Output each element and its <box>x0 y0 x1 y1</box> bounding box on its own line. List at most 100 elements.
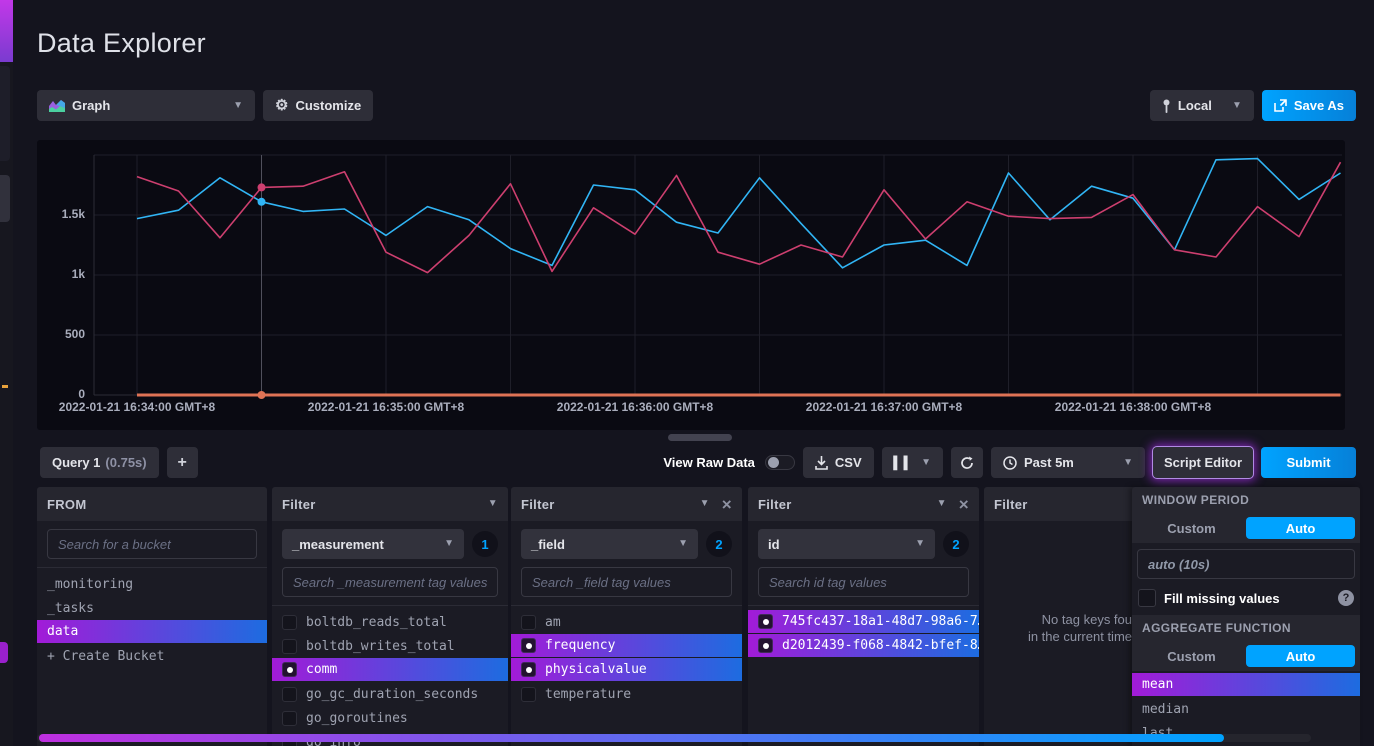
local-label: Local <box>1178 98 1212 113</box>
selected-count-badge: 2 <box>943 531 969 557</box>
time-range-dropdown[interactable]: Past 5m ▼ <box>991 447 1145 478</box>
script-editor-label: Script Editor <box>1164 455 1242 470</box>
tag-key-label: _field <box>531 537 565 552</box>
horizontal-scrollbar-thumb[interactable] <box>39 734 1224 742</box>
chevron-down-icon[interactable]: ▼ <box>488 499 498 509</box>
tag-value-item[interactable]: boltdb_reads_total <box>272 610 508 634</box>
filter-title: Filter <box>994 497 1028 512</box>
horizontal-scrollbar-track[interactable] <box>37 734 1311 742</box>
y-axis-label: 1k <box>37 267 85 281</box>
script-editor-button[interactable]: Script Editor <box>1153 447 1253 478</box>
tag-value-label: boltdb_reads_total <box>306 615 447 630</box>
checkbox <box>521 638 536 653</box>
time-range-label: Past 5m <box>1024 455 1074 470</box>
pause-icon: ▍▍ <box>894 456 914 470</box>
view-raw-data-label: View Raw Data <box>663 455 755 470</box>
tag-value-label: comm <box>306 662 337 677</box>
tag-value-item[interactable]: temperature <box>511 682 742 706</box>
query-duration: (0.75s) <box>105 455 146 470</box>
tag-value-label: boltdb_writes_total <box>306 639 455 654</box>
tag-value-search-input[interactable] <box>758 567 969 597</box>
chart-canvas[interactable] <box>37 140 1345 430</box>
refresh-button[interactable] <box>951 447 983 478</box>
window-custom-option[interactable]: Custom <box>1137 517 1246 539</box>
save-as-label: Save As <box>1294 98 1344 113</box>
pause-button[interactable]: ▍▍ ▼ <box>882 447 943 478</box>
checkbox <box>282 615 297 630</box>
x-axis-label: 2022-01-21 16:35:00 GMT+8 <box>308 400 464 414</box>
fill-missing-checkbox[interactable] <box>1138 589 1156 607</box>
tag-value-label: go_goroutines <box>306 711 408 726</box>
help-icon[interactable]: ? <box>1338 590 1354 606</box>
chevron-down-icon[interactable]: ▼ <box>937 499 947 509</box>
tag-value-item[interactable]: boltdb_writes_total <box>272 634 508 658</box>
window-period-input[interactable]: auto (10s) <box>1137 549 1355 579</box>
tag-value-item[interactable]: am <box>511 610 742 634</box>
tag-value-label: am <box>545 615 561 630</box>
checkbox <box>282 662 297 677</box>
x-axis-labels: 2022-01-21 16:34:00 GMT+82022-01-21 16:3… <box>37 400 1345 420</box>
tag-key-dropdown[interactable]: _field ▼ <box>521 529 698 559</box>
filter-panel: Filter ▼ × id ▼ 2 745fc437-18a1-48d7-98a… <box>748 487 979 746</box>
visualization-type-dropdown[interactable]: Graph ▼ <box>37 90 255 121</box>
y-axis-label: 1.5k <box>37 207 85 221</box>
save-as-button[interactable]: Save As <box>1262 90 1356 121</box>
y-axis-label: 0 <box>37 387 85 401</box>
tag-value-search-input[interactable] <box>521 567 732 597</box>
tag-key-label: id <box>768 537 780 552</box>
aggregate-auto-option[interactable]: Auto <box>1246 645 1355 667</box>
tag-key-dropdown[interactable]: id ▼ <box>758 529 935 559</box>
fill-missing-row: Fill missing values ? <box>1132 585 1360 615</box>
tag-value-item[interactable]: 745fc437-18a1-48d7-98a6-7… <box>748 610 979 634</box>
bucket-item[interactable]: + Create Bucket <box>37 644 267 668</box>
query-tab-name: Query 1 <box>52 455 100 470</box>
tag-value-label: frequency <box>545 638 615 653</box>
bucket-item[interactable]: _tasks <box>37 596 267 620</box>
submit-button[interactable]: Submit <box>1261 447 1356 478</box>
aggregate-function-item[interactable]: mean <box>1132 673 1360 697</box>
tag-value-item[interactable]: go_goroutines <box>272 706 508 730</box>
tag-value-list: am frequency physicalvaluetemperature <box>511 605 742 706</box>
filter-panel-header: Filter ▼ × <box>511 487 742 521</box>
local-dropdown[interactable]: Local ▼ <box>1150 90 1254 121</box>
tag-value-item[interactable]: comm <box>272 658 508 682</box>
window-auto-option[interactable]: Auto <box>1246 517 1355 539</box>
tag-key-dropdown[interactable]: _measurement ▼ <box>282 529 464 559</box>
customize-button[interactable]: ⚙ Customize <box>263 90 373 121</box>
nav-sidebar-sliver <box>0 0 13 746</box>
tag-value-item[interactable]: d2012439-f068-4842-bfef-8… <box>748 634 979 658</box>
clock-icon <box>1003 456 1017 470</box>
close-icon[interactable]: × <box>959 496 969 513</box>
query-toolbar: Query 1 (0.75s) + View Raw Data CSV ▍▍ ▼ <box>40 447 1356 478</box>
aggregate-custom-option[interactable]: Custom <box>1137 645 1246 667</box>
y-axis-label: 500 <box>37 327 85 341</box>
resize-handle[interactable] <box>668 434 732 441</box>
aggregate-mode-toggle: Custom Auto <box>1132 641 1360 671</box>
bucket-item[interactable]: data <box>37 620 267 644</box>
bucket-item[interactable]: _monitoring <box>37 572 267 596</box>
csv-button[interactable]: CSV <box>803 447 874 478</box>
tag-value-search-input[interactable] <box>282 567 498 597</box>
x-axis-label: 2022-01-21 16:37:00 GMT+8 <box>806 400 962 414</box>
bucket-list: _monitoring_tasksdata+ Create Bucket <box>37 567 267 668</box>
aggregate-function-item[interactable]: median <box>1132 697 1360 721</box>
submit-label: Submit <box>1286 455 1330 470</box>
tag-value-item[interactable]: go_gc_duration_seconds <box>272 682 508 706</box>
window-period-header: WINDOW PERIOD <box>1132 487 1360 513</box>
tag-value-list: boltdb_reads_total boltdb_writes_totalcom… <box>272 605 508 746</box>
checkbox <box>521 615 536 630</box>
query-tab[interactable]: Query 1 (0.75s) <box>40 447 159 478</box>
filter-title: Filter <box>282 497 316 512</box>
graph-icon <box>49 99 65 112</box>
add-query-button[interactable]: + <box>167 447 198 478</box>
chevron-down-icon[interactable]: ▼ <box>700 499 710 509</box>
from-title: FROM <box>47 497 86 512</box>
chevron-down-icon: ▼ <box>1232 101 1242 111</box>
tag-value-item[interactable]: physicalvalue <box>511 658 742 682</box>
view-raw-data-toggle[interactable] <box>765 455 795 470</box>
bucket-search-input[interactable] <box>47 529 257 559</box>
filter-title: Filter <box>758 497 792 512</box>
tag-value-item[interactable]: frequency <box>511 634 742 658</box>
close-icon[interactable]: × <box>722 496 732 513</box>
tag-key-row: _measurement ▼ 1 <box>282 529 498 559</box>
